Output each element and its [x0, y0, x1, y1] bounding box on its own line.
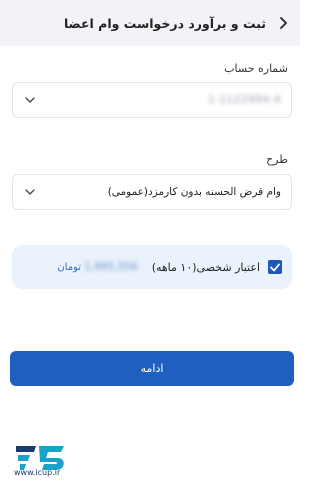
chevron-down-icon — [23, 186, 35, 198]
credit-amount-value: 1,995,556 — [84, 261, 138, 273]
credit-option-card[interactable]: اعتبار شخصی(۱۰ ماهه) 1,995,556 تومان — [12, 245, 292, 289]
plan-value: وام قرض الحسنه بدون کارمزد(عمومی) — [107, 186, 281, 198]
credit-checkbox[interactable] — [268, 260, 282, 274]
plan-select[interactable]: وام قرض الحسنه بدون کارمزد(عمومی) — [12, 174, 292, 210]
continue-button[interactable]: ادامه — [10, 351, 294, 386]
account-value: 1-1122994-4 — [207, 94, 281, 106]
page-title: ثبت و برآورد درخواست وام اعضا — [63, 15, 266, 31]
credit-currency: تومان — [57, 262, 82, 273]
account-select[interactable]: 1-1122994-4 — [12, 82, 292, 118]
brand-url[interactable]: www.icup.ir — [14, 468, 60, 477]
chevron-down-icon — [23, 94, 35, 106]
credit-label: اعتبار شخصی(۱۰ ماهه) — [151, 260, 260, 274]
page-header: ثبت و برآورد درخواست وام اعضا — [0, 0, 300, 46]
chevron-right-icon[interactable] — [276, 16, 290, 30]
plan-label: طرح — [266, 153, 288, 166]
credit-amount: 1,995,556 تومان — [57, 261, 137, 273]
account-label: شماره حساب — [224, 62, 288, 75]
check-icon — [270, 263, 280, 271]
